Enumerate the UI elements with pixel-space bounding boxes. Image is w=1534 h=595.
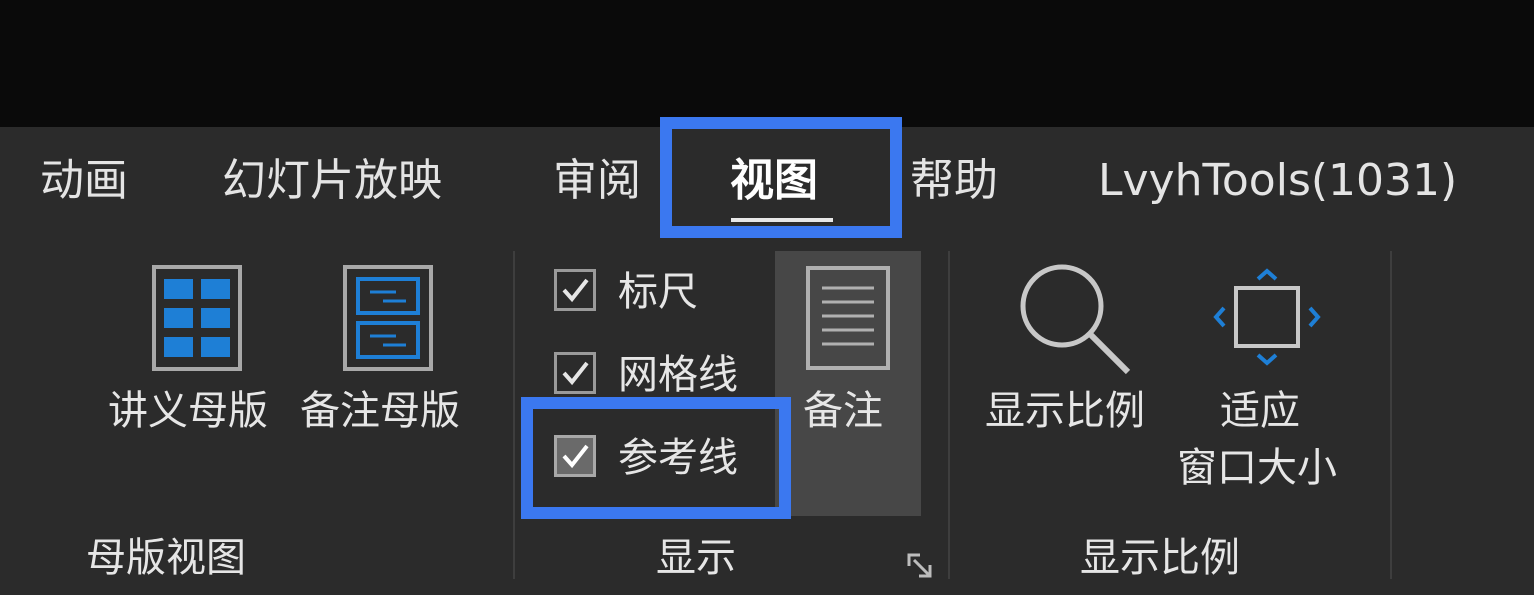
show-dialog-launcher[interactable] — [906, 552, 934, 580]
notes-master-icon — [343, 265, 433, 371]
group-label-zoom: 显示比例 — [1080, 535, 1240, 581]
checkmark-icon — [562, 361, 589, 386]
handout-master-icon — [152, 265, 242, 371]
notes-label: 备注 — [803, 388, 883, 434]
fit-window-button[interactable] — [1212, 268, 1322, 372]
zoom-button[interactable] — [1018, 262, 1134, 382]
group-separator — [1390, 251, 1392, 579]
gridlines-checkbox-box[interactable] — [554, 352, 596, 394]
notes-master-button[interactable] — [343, 265, 433, 375]
gridlines-label: 网格线 — [618, 352, 738, 398]
guides-checkbox-box[interactable] — [554, 435, 596, 477]
handout-master-label: 讲义母版 — [108, 388, 268, 434]
ruler-checkbox[interactable]: 标尺 — [554, 264, 734, 320]
fit-window-label-line2: 窗口大小 — [1177, 445, 1337, 491]
tab-review[interactable]: 审阅 — [553, 153, 641, 209]
checkmark-icon — [562, 444, 589, 469]
group-separator — [948, 251, 950, 579]
ruler-label: 标尺 — [618, 269, 698, 315]
zoom-label: 显示比例 — [985, 388, 1145, 434]
tab-slideshow[interactable]: 幻灯片放映 — [222, 153, 442, 209]
checkmark-icon — [562, 278, 589, 303]
active-tab-indicator — [731, 218, 833, 222]
tab-view[interactable]: 视图 — [730, 153, 818, 209]
tab-lvyhtools[interactable]: LvyhTools(1031) — [1098, 153, 1457, 209]
notes-master-label: 备注母版 — [300, 388, 460, 434]
title-bar — [0, 0, 1534, 127]
group-separator — [513, 251, 515, 579]
magnifier-icon — [1020, 264, 1131, 375]
tab-animations[interactable]: 动画 — [40, 153, 128, 209]
notes-page-icon-wrap — [806, 266, 890, 374]
group-label-show: 显示 — [656, 535, 736, 581]
guides-label: 参考线 — [618, 435, 738, 481]
fit-window-label-line1: 适应 — [1220, 388, 1300, 434]
handout-master-button[interactable] — [152, 265, 242, 375]
notes-page-icon — [806, 266, 890, 370]
dialog-launcher-icon — [907, 553, 932, 578]
ruler-checkbox-box[interactable] — [554, 269, 596, 311]
tab-help[interactable]: 帮助 — [910, 153, 998, 209]
gridlines-checkbox[interactable]: 网格线 — [554, 347, 764, 403]
fit-window-icon — [1213, 268, 1321, 366]
group-label-master-views: 母版视图 — [86, 535, 246, 581]
guides-checkbox[interactable]: 参考线 — [554, 430, 764, 486]
